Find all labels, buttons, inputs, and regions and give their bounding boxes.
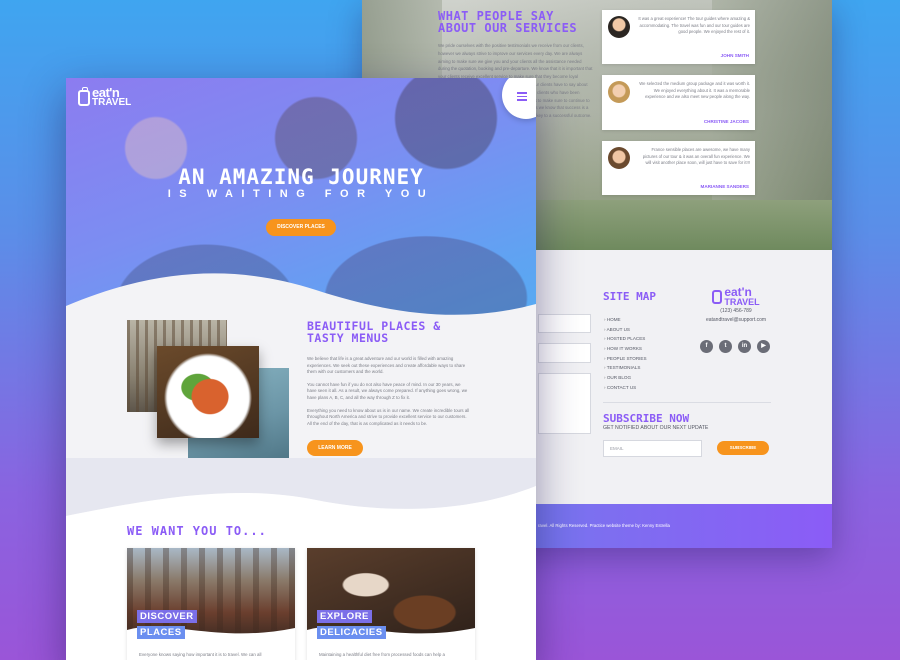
want-section-title: WE WANT YOU TO... [127, 524, 267, 538]
testimonial-author: MARIANNE SANDERS [700, 184, 750, 189]
site-logo[interactable]: eat'n TRAVEL [78, 86, 132, 108]
sitemap-title: SITE MAP [603, 290, 656, 303]
testimonial-card: France sensible places are awesome, we h… [602, 141, 755, 195]
subscribe-subtitle: GET NOTIFIED ABOUT OUR NEXT UPDATE [603, 425, 709, 431]
discover-places-button[interactable]: DISCOVER PLACES [266, 219, 336, 236]
card-tag-line2: PLACES [137, 626, 185, 639]
card-caption: Everyone knows saying how important it i… [139, 652, 262, 657]
testimonials-title: WHAT PEOPLE SAY ABOUT OUR SERVICES [438, 10, 594, 34]
testimonial-quote: It was a great experience! The tour guid… [638, 16, 750, 35]
subscribe-email-input[interactable]: EMAIL [603, 440, 702, 457]
card-caption: Maintaining a healthful diet free from p… [319, 652, 445, 657]
sitemap-link-contact[interactable]: CONTACT US [604, 383, 647, 393]
section-wave-divider [66, 458, 536, 528]
footer-logo-bottom: TRAVEL [724, 297, 760, 307]
about-paragraph: We believe that life is a great adventur… [307, 356, 466, 375]
avatar-woman-icon [608, 147, 630, 169]
sitemap-list: HOME ABOUT US HOSTED PLACES HOW IT WORKS… [604, 315, 647, 393]
linkedin-icon[interactable]: in [738, 340, 751, 353]
youtube-icon[interactable]: ▶ [757, 340, 770, 353]
sitemap-link-people-stories[interactable]: PEOPLE STORIES [604, 354, 647, 364]
contact-name-field[interactable] [538, 314, 591, 333]
social-links: f t in ▶ [700, 340, 770, 353]
contact-email-field[interactable] [538, 343, 591, 363]
discover-places-card[interactable]: DISCOVER PLACES Everyone knows saying ho… [127, 548, 295, 660]
about-paragraph: Everything you need to know about us is … [307, 407, 470, 426]
hamburger-icon [517, 92, 527, 103]
footer-divider [603, 402, 771, 403]
testimonial-author: JOHN SMITH [720, 53, 749, 58]
about-title: BEAUTIFUL PLACES & TASTY MENUS [307, 320, 441, 344]
sitemap-link-hosted-places[interactable]: HOSTED PLACES [604, 334, 647, 344]
logo-text-bottom: TRAVEL [92, 97, 132, 108]
footer-email[interactable]: eatandtravel@support.com [696, 316, 776, 325]
sitemap-link-how-it-works[interactable]: HOW IT WORKS [604, 344, 647, 354]
avatar-man-icon [608, 16, 630, 38]
copyright-text: ravel. All Rights Reserved. Practice web… [538, 523, 670, 528]
footer-brand: eat'n TRAVEL (123) 456-789 eatandtravel@… [696, 285, 776, 325]
avatar-woman-icon [608, 81, 630, 103]
suitcase-icon [712, 290, 723, 304]
sitemap-link-home[interactable]: HOME [604, 315, 647, 325]
footer-logo-top: eat'n [724, 285, 752, 299]
subscribe-button[interactable]: SUBSCRIBE [717, 441, 769, 455]
learn-more-button[interactable]: LEARN MORE [307, 440, 363, 456]
twitter-icon[interactable]: t [719, 340, 732, 353]
footer-logo[interactable]: eat'n TRAVEL [696, 285, 776, 307]
card-tag-line2: DELICACIES [317, 626, 386, 639]
hero-subtitle: IS WAITING FOR YOU [167, 188, 435, 200]
subscribe-title: SUBSCRIBE NOW [603, 412, 690, 425]
sitemap-link-blog[interactable]: OUR BLOG [604, 373, 647, 383]
testimonial-card: It was a great experience! The tour guid… [602, 10, 755, 64]
sitemap-link-about[interactable]: ABOUT US [604, 325, 647, 335]
testimonial-quote: We selected the medium group package and… [639, 81, 750, 100]
food-plate-photo [157, 346, 259, 438]
testimonial-author: CHRISTINE JACOBS [703, 119, 749, 124]
testimonial-quote: France sensible places are awesome, we h… [642, 147, 750, 166]
about-body: We believe that life is a great adventur… [307, 356, 471, 433]
testimonial-card: We selected the medium group package and… [602, 75, 755, 130]
contact-message-field[interactable] [538, 373, 591, 434]
card-tag-line1: DISCOVER [137, 610, 197, 623]
about-paragraph: You cannot have fun if you do not also h… [307, 381, 468, 400]
footer-phone: (123) 456-789 [720, 308, 752, 314]
facebook-icon[interactable]: f [700, 340, 713, 353]
front-page-preview: eat'n TRAVEL AN AMAZING JOURNEY IS WAITI… [66, 78, 536, 660]
sitemap-link-testimonials[interactable]: TESTIMONIALS [604, 363, 647, 373]
card-tag-line1: EXPLORE [317, 610, 372, 623]
explore-delicacies-card[interactable]: EXPLORE DELICACIES Maintaining a healthf… [307, 548, 475, 660]
about-title-line2: TASTY MENUS [307, 331, 389, 345]
testimonials-title-line2: ABOUT OUR SERVICES [438, 21, 578, 35]
hero-title: AN AMAZING JOURNEY [178, 165, 424, 189]
suitcase-icon [78, 87, 90, 106]
